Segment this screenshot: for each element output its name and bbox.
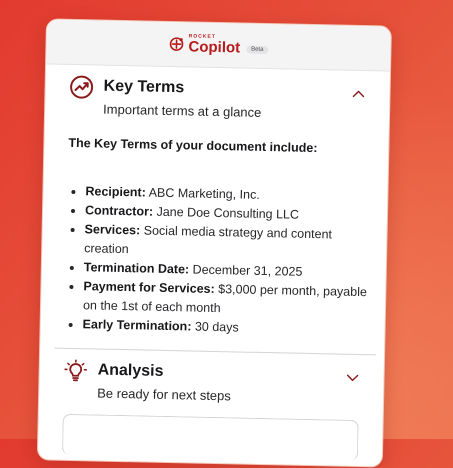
term-label: Contractor:: [84, 203, 154, 219]
term-label: Early Termination:: [82, 317, 192, 334]
next-card-edge: [61, 413, 359, 462]
key-terms-subtitle: Important terms at a glance: [102, 101, 262, 120]
analysis-section: Analysis Be ready for next steps: [39, 358, 384, 406]
panel-header: ROCKET Copilot Beta: [46, 19, 391, 72]
lightbulb-icon: [64, 359, 87, 382]
term-value: December 31, 2025: [192, 262, 303, 279]
rocket-copilot-logo-icon: [169, 37, 184, 51]
chevron-down-icon[interactable]: [345, 371, 359, 385]
term-value: 30 days: [194, 319, 239, 335]
key-terms-section: Key Terms Important terms at a glance Th…: [40, 74, 389, 340]
brand-wordmark: ROCKET Copilot: [188, 33, 241, 57]
term-label: Termination Date:: [83, 260, 190, 277]
analysis-subtitle: Be ready for next steps: [97, 385, 232, 404]
key-terms-list: Recipient: ABC Marketing, Inc. Contracto…: [64, 182, 369, 340]
chevron-up-icon[interactable]: [351, 87, 365, 101]
brand-name: Copilot: [188, 38, 241, 57]
term-label: Payment for Services:: [83, 279, 215, 296]
list-item: Services: Social media strategy and cont…: [84, 220, 369, 264]
analysis-header[interactable]: Analysis Be ready for next steps: [63, 359, 366, 406]
list-item: Payment for Services: $3,000 per month, …: [83, 277, 368, 321]
term-label: Services:: [84, 222, 141, 238]
term-value: Jane Doe Consulting LLC: [156, 204, 300, 222]
analysis-title: Analysis: [97, 361, 164, 380]
key-terms-intro: The Key Terms of your document include:: [68, 135, 318, 156]
term-label: Recipient:: [85, 184, 146, 200]
term-value: ABC Marketing, Inc.: [148, 185, 260, 202]
key-terms-header[interactable]: Key Terms Important terms at a glance: [69, 75, 372, 122]
copilot-panel: ROCKET Copilot Beta Key Terms Important …: [36, 18, 392, 468]
beta-badge: Beta: [246, 45, 269, 55]
section-divider: [54, 347, 377, 356]
key-terms-title: Key Terms: [103, 77, 185, 97]
trend-chart-icon: [70, 75, 94, 99]
